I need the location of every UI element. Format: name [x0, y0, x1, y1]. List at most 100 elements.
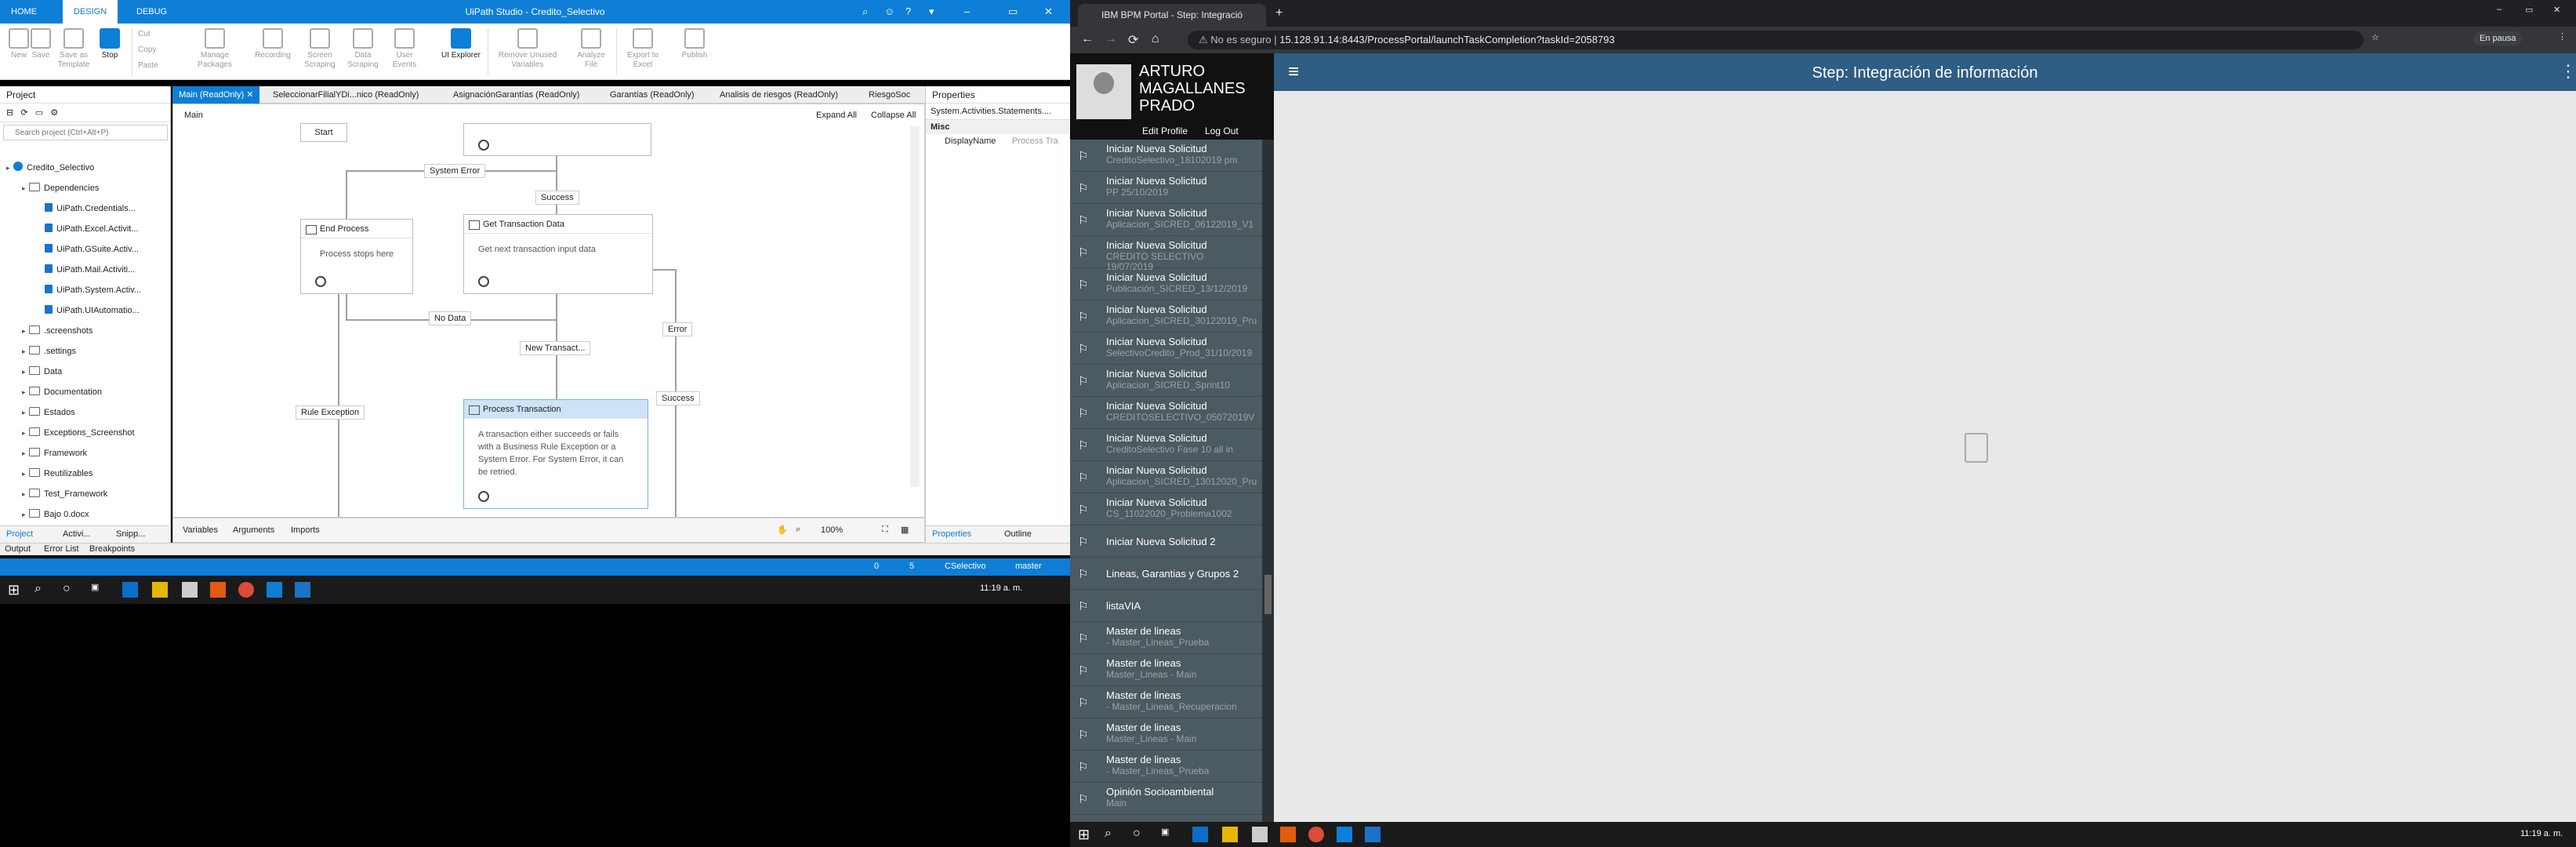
edge-icon[interactable]	[122, 582, 138, 598]
project-name[interactable]: CSelectivo	[945, 562, 986, 571]
search-icon[interactable]: ⌕	[34, 582, 50, 598]
changes-count[interactable]: 5	[909, 562, 914, 571]
tab-activities[interactable]: Activi...	[63, 529, 90, 539]
doc-tab[interactable]: AsignaciónGarantías (ReadOnly)	[447, 86, 586, 104]
launch-item[interactable]: ⚐ listaVIA	[1070, 590, 1262, 622]
launch-item[interactable]: ⚐ Iniciar Nueva Solicitud CREDITOSELECTIVO…	[1070, 397, 1262, 429]
tab-project[interactable]: Project	[6, 529, 33, 539]
launch-item[interactable]: ⚐ Iniciar Nueva Solicitud Publicación_SICR…	[1070, 268, 1262, 300]
expand-toggle-icon[interactable]: ▸	[6, 158, 13, 177]
expand-toggle-icon[interactable]: ▸	[22, 505, 29, 524]
data-scraping-button[interactable]: Data Scraping	[342, 27, 384, 70]
save-template-button[interactable]: Save as Template	[55, 27, 93, 70]
tree-item[interactable]: ▸ .settings	[0, 342, 169, 361]
user-events-button[interactable]: User Events	[386, 27, 423, 70]
back-icon[interactable]: ←	[1081, 32, 1094, 46]
launch-item[interactable]: ⚐ Iniciar Nueva Solicitud CreditoSelectivo…	[1070, 140, 1262, 172]
canvas-vscrollbar[interactable]	[910, 126, 920, 487]
launch-item[interactable]: ⚐ Iniciar Nueva Solicitud CreditoSelectivo…	[1070, 429, 1262, 461]
launch-item[interactable]: ⚐ Master de lineas Master_Lineas - Main	[1070, 718, 1262, 751]
task-view-icon[interactable]: ▣	[91, 582, 107, 598]
tab-breakpoints[interactable]: Breakpoints	[89, 544, 135, 554]
tab-output[interactable]: Output	[5, 544, 31, 554]
forward-icon[interactable]: →	[1105, 32, 1117, 46]
tab-error-list[interactable]: Error List	[44, 544, 79, 554]
close-icon[interactable]: ✕	[2553, 5, 2560, 15]
screen-scraping-button[interactable]: Screen Scraping	[298, 27, 342, 70]
help-icon[interactable]: ?	[905, 5, 911, 17]
tree-item[interactable]: UiPath.System.Activ...	[0, 281, 169, 300]
paste-button[interactable]: Paste	[138, 61, 169, 71]
close-icon[interactable]: ✕	[1044, 5, 1053, 18]
transition-label[interactable]: Error	[662, 322, 693, 336]
store-icon[interactable]	[1252, 827, 1268, 842]
task-view-icon[interactable]: ▣	[1161, 827, 1177, 842]
chrome-icon[interactable]	[238, 582, 254, 598]
log-out-link[interactable]: Log Out	[1205, 125, 1239, 136]
edit-profile-link[interactable]: Edit Profile	[1142, 125, 1188, 136]
overview-icon[interactable]: ▦	[901, 525, 909, 535]
collapse-all-button[interactable]: Collapse All	[871, 111, 916, 120]
tree-item[interactable]: ▸ Dependencies	[0, 179, 169, 198]
launch-item[interactable]: ⚐ Master de lineas Master_Lineas - Main	[1070, 654, 1262, 686]
launch-item[interactable]: ⚐ Master de lineas - Master_Lineas_Prueba	[1070, 751, 1262, 783]
doc-tab[interactable]: RiesgoSoc	[862, 86, 916, 104]
expand-toggle-icon[interactable]: ▸	[22, 424, 29, 442]
uipath-robot-icon[interactable]	[295, 582, 310, 598]
property-row[interactable]: DisplayName Process Tra	[926, 134, 1070, 148]
doc-tab-main[interactable]: Main (ReadOnly) ✕	[172, 86, 260, 104]
launch-item[interactable]: ⚐ Iniciar Nueva Solicitud Aplicacion_SICRE…	[1070, 365, 1262, 397]
pan-icon[interactable]: ✋	[777, 525, 788, 535]
app-icon[interactable]	[210, 582, 226, 598]
launch-item[interactable]: ⚐ Iniciar Nueva Solicitud 2	[1070, 525, 1262, 558]
expand-toggle-icon[interactable]: ▸	[22, 444, 29, 463]
tree-item[interactable]: UiPath.Credentials...	[0, 199, 169, 218]
launch-item[interactable]: ⚐ Iniciar Nueva Solicitud SelectivoCredito…	[1070, 333, 1262, 365]
fit-icon[interactable]: ⛶	[882, 525, 888, 535]
launch-item[interactable]: ⚐ Lineas, Garantias y Grupos 2	[1070, 558, 1262, 590]
tree-item[interactable]: ▸ Documentation	[0, 383, 169, 402]
explorer-icon[interactable]	[1222, 827, 1238, 842]
uipath-icon[interactable]	[1337, 827, 1352, 842]
tree-item[interactable]: ▸ Bajo 0.docx	[0, 505, 169, 524]
doc-tab[interactable]: Garantías (ReadOnly)	[604, 86, 701, 104]
tree-item[interactable]: ▸ Credito_Selectivo	[0, 158, 169, 177]
uipath-robot-icon[interactable]	[1365, 827, 1381, 842]
tab-outline[interactable]: Outline	[1004, 529, 1032, 539]
minimize-icon[interactable]: –	[2497, 5, 2502, 14]
search-icon[interactable]: ⌕	[1105, 827, 1120, 842]
cortana-icon[interactable]: ○	[1133, 827, 1148, 842]
tree-item[interactable]: ▸ Reutilizables	[0, 464, 169, 483]
expand-toggle-icon[interactable]: ▸	[22, 322, 29, 340]
transition-label[interactable]: Rule Exception	[296, 405, 365, 420]
launch-item[interactable]: ⚐ Iniciar Nueva Solicitud CREDITO SELECTIV…	[1070, 236, 1262, 272]
tab-properties[interactable]: Properties	[932, 529, 971, 539]
get-transaction-node[interactable]: Get Transaction Data Get next transactio…	[463, 214, 653, 294]
launch-item[interactable]: ⚐ Opinión Socioambiental Main	[1070, 783, 1262, 815]
clock[interactable]: 11:19 a. m.	[2520, 829, 2563, 838]
more-options-icon[interactable]: ⋮	[2560, 61, 2576, 82]
menu-kebab-icon[interactable]: ⋮	[2558, 31, 2567, 42]
minimize-icon[interactable]: –	[964, 5, 970, 17]
expand-toggle-icon[interactable]: ▸	[22, 179, 29, 198]
arguments-tab[interactable]: Arguments	[233, 525, 274, 535]
expand-toggle-icon[interactable]: ▸	[22, 362, 29, 381]
tree-item[interactable]: ▸ Estados	[0, 403, 169, 422]
manage-packages-button[interactable]: Manage Packages	[193, 27, 237, 70]
folder-icon[interactable]: ▭	[35, 108, 43, 118]
copy-button[interactable]: Copy	[138, 45, 169, 55]
feedback-icon[interactable]: ☺	[884, 5, 894, 17]
breadcrumb[interactable]: Main	[184, 111, 203, 120]
tab-snippets[interactable]: Snipp...	[116, 529, 145, 539]
scrollbar-thumb[interactable]	[1264, 575, 1272, 614]
tree-item[interactable]: ▸ Test_Framework	[0, 485, 169, 503]
launch-item[interactable]: ⚐ Master de lineas - Master_Lineas_Recuper…	[1070, 686, 1262, 718]
app-icon[interactable]	[1280, 827, 1296, 842]
recording-button[interactable]: Recording	[249, 27, 296, 60]
analyze-file-button[interactable]: Analyze File	[572, 27, 610, 70]
tree-item[interactable]: UiPath.UIAutomatio...	[0, 301, 169, 320]
profile-paused-button[interactable]: En pausa	[2473, 31, 2523, 45]
transition-label[interactable]: Success	[535, 191, 579, 205]
search-icon[interactable]: ⌕	[862, 5, 868, 18]
launch-item[interactable]: ⚐ Iniciar Nueva Solicitud CS_11022020_Prob…	[1070, 493, 1262, 525]
